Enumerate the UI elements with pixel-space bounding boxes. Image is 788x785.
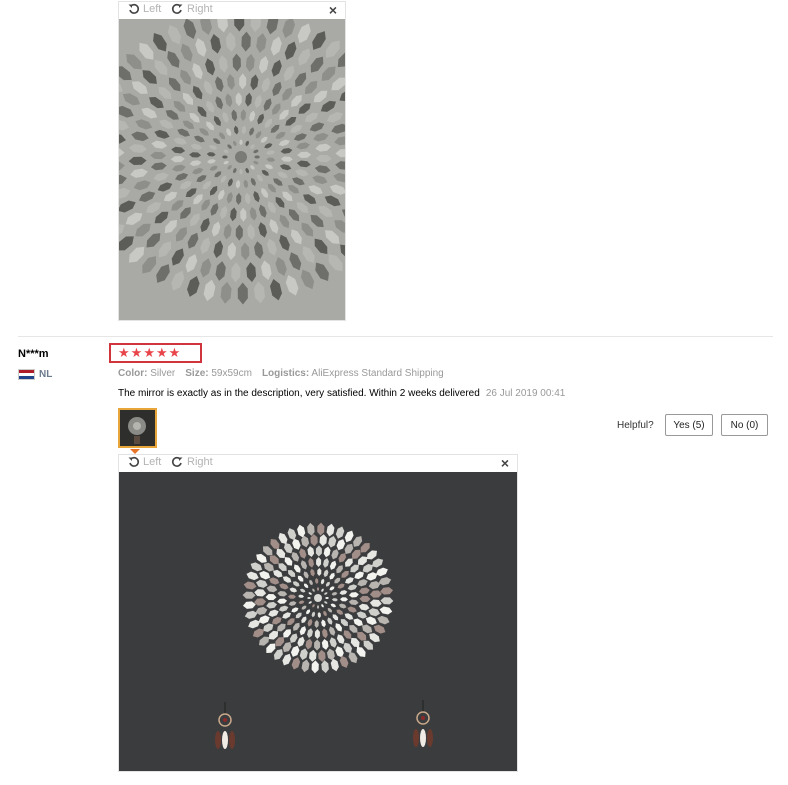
review-date: 26 Jul 2019 00:41	[485, 388, 566, 399]
star-icon: ★	[143, 345, 155, 360]
rotate-right-label: Right	[187, 3, 213, 15]
mirror-photo	[119, 472, 517, 771]
review-photo-large	[119, 472, 517, 771]
rotate-left-label: Left	[143, 3, 162, 15]
rotate-right-button[interactable]: Right	[171, 3, 213, 15]
rotate-left-button[interactable]: Left	[128, 456, 161, 468]
rating-highlight-box: ★ ★ ★ ★ ★	[109, 343, 202, 363]
size-attribute: Size: 59x59cm	[185, 368, 252, 379]
reviewer-name: N***m	[18, 348, 49, 360]
star-rating: ★ ★ ★ ★ ★	[118, 346, 180, 360]
viewer-toolbar: Left Right ×	[119, 455, 517, 472]
thumbnail-image	[120, 410, 155, 446]
rotate-right-icon	[171, 456, 183, 467]
review-text: The mirror is exactly as in the descript…	[118, 388, 480, 399]
star-icon: ★	[155, 345, 168, 360]
review-photo-large	[119, 19, 345, 320]
rotate-left-icon	[128, 456, 140, 467]
rotate-left-icon	[128, 3, 140, 14]
star-icon: ★	[168, 345, 181, 360]
logistics-attribute: Logistics: AliExpress Standard Shipping	[261, 368, 444, 379]
helpful-yes-button[interactable]: Yes (5)	[665, 414, 713, 436]
image-viewer-top: Left Right ×	[118, 1, 346, 321]
viewer-toolbar: Left Right ×	[119, 2, 345, 19]
review-photo-thumbnail[interactable]	[118, 408, 157, 448]
star-icon: ★	[130, 345, 143, 360]
rotate-right-icon	[171, 3, 183, 14]
helpful-label: Helpful?	[617, 420, 654, 431]
order-attributes: Color: Silver Size: 59x59cm Logistics: A…	[118, 368, 444, 379]
rotate-left-button[interactable]: Left	[128, 3, 161, 15]
image-viewer-bottom: Left Right ×	[118, 454, 518, 772]
rotate-right-button[interactable]: Right	[171, 456, 213, 468]
review-body: The mirror is exactly as in the descript…	[118, 388, 565, 399]
rotate-left-label: Left	[143, 456, 162, 468]
netherlands-flag-icon	[18, 369, 35, 380]
color-attribute: Color: Silver	[118, 368, 176, 379]
star-icon: ★	[118, 345, 130, 360]
reviewer-country: NL	[18, 369, 52, 380]
country-code: NL	[39, 369, 53, 380]
helpful-no-button[interactable]: No (0)	[721, 414, 768, 436]
close-viewer-button[interactable]: ×	[501, 455, 509, 471]
mirror-photo	[119, 19, 345, 320]
rotate-right-label: Right	[187, 456, 213, 468]
review-divider	[18, 336, 773, 337]
close-viewer-button[interactable]: ×	[329, 2, 337, 18]
